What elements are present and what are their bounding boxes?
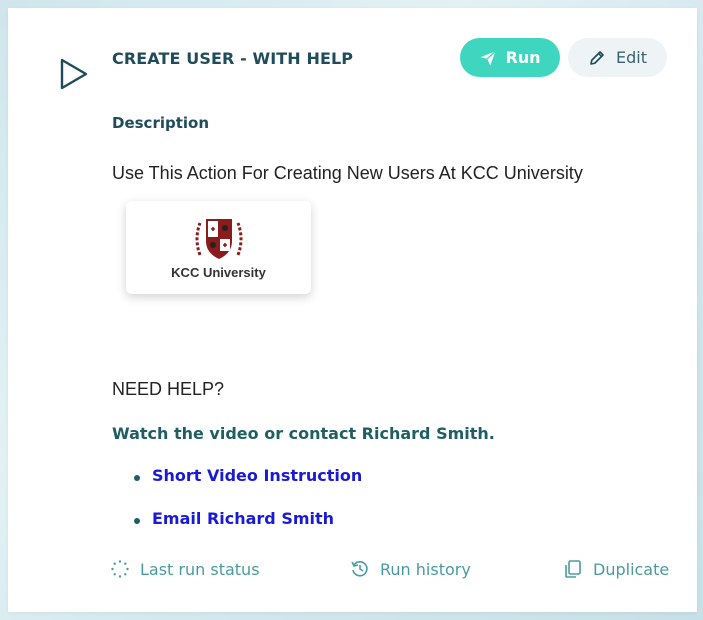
help-links: Short Video Instruction Email Richard Sm… (132, 466, 362, 552)
pencil-icon (590, 50, 604, 65)
edit-button[interactable]: Edit (568, 38, 667, 77)
action-title: CREATE USER - WITH HELP (112, 49, 354, 68)
run-button-label: Run (505, 48, 541, 67)
play-icon[interactable] (56, 56, 92, 92)
action-card: CREATE USER - WITH HELP Run Edit Descrip… (8, 8, 697, 612)
history-icon (351, 561, 368, 577)
duplicate-button[interactable]: Duplicate (563, 559, 669, 579)
last-run-status-button[interactable]: Last run status (110, 559, 260, 579)
shield-crest-icon (195, 219, 242, 259)
run-button[interactable]: Run (460, 38, 560, 77)
help-subheading: Watch the video or contact Richard Smith… (112, 424, 495, 443)
copy-icon (565, 560, 581, 578)
video-instruction-link[interactable]: Short Video Instruction (132, 466, 362, 509)
duplicate-label: Duplicate (593, 559, 670, 579)
email-contact-link[interactable]: Email Richard Smith (132, 509, 362, 552)
loading-icon (111, 560, 129, 578)
edit-button-label: Edit (616, 48, 647, 67)
description-text: Use This Action For Creating New Users A… (112, 163, 583, 183)
send-icon (480, 50, 497, 65)
help-heading: NEED HELP? (112, 379, 225, 399)
run-history-button[interactable]: Run history (350, 559, 471, 579)
description-label: Description (112, 114, 210, 132)
run-history-label: Run history (380, 559, 471, 579)
last-run-status-label: Last run status (140, 559, 260, 579)
university-logo: KCC University (126, 201, 311, 294)
logo-text: KCC University (171, 265, 266, 280)
